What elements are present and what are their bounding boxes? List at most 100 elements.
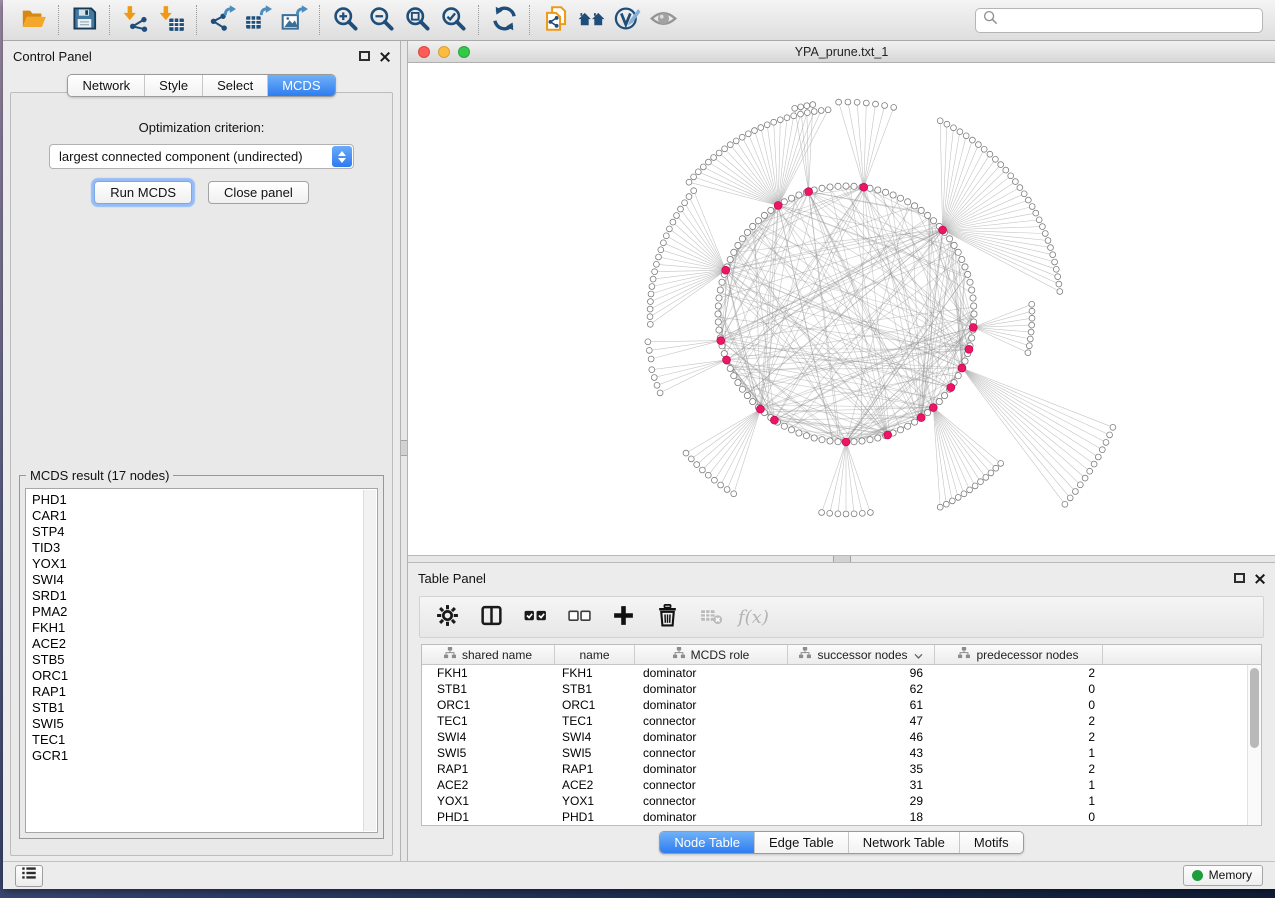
close-panel-icon[interactable] bbox=[379, 51, 390, 62]
task-history-button[interactable] bbox=[15, 865, 43, 887]
delete-row-button[interactable] bbox=[650, 600, 684, 634]
list-item[interactable]: SWI5 bbox=[32, 716, 377, 732]
zoom-fit-icon bbox=[404, 5, 431, 35]
table-cell: 46 bbox=[788, 730, 935, 744]
memory-button[interactable]: Memory bbox=[1183, 865, 1263, 886]
eye-button[interactable] bbox=[645, 3, 681, 37]
table-cell: SWI4 bbox=[422, 730, 555, 744]
list-item[interactable]: GCR1 bbox=[32, 748, 377, 764]
table-cell: 1 bbox=[935, 794, 1103, 808]
minimize-window-icon[interactable] bbox=[438, 46, 450, 58]
select-all-button[interactable] bbox=[518, 600, 552, 634]
share-document-button[interactable] bbox=[537, 3, 573, 37]
float-panel-icon[interactable] bbox=[1234, 573, 1245, 583]
column-header-name[interactable]: name bbox=[555, 645, 635, 664]
table-row[interactable]: ORC1ORC1dominator610 bbox=[422, 697, 1247, 713]
list-item[interactable]: PMA2 bbox=[32, 604, 377, 620]
list-item[interactable]: FKH1 bbox=[32, 620, 377, 636]
zoom-fit-button[interactable] bbox=[399, 3, 435, 37]
table-row[interactable]: PHD1PHD1dominator180 bbox=[422, 809, 1247, 825]
list-item[interactable]: SRD1 bbox=[32, 588, 377, 604]
table-scrollbar[interactable] bbox=[1247, 665, 1261, 825]
refresh-view-button[interactable] bbox=[486, 3, 522, 37]
list-item[interactable]: ORC1 bbox=[32, 668, 377, 684]
list-item[interactable]: YOX1 bbox=[32, 556, 377, 572]
table-cell: dominator bbox=[635, 762, 788, 776]
share-document-icon bbox=[542, 5, 569, 35]
network-canvas[interactable] bbox=[408, 63, 1275, 555]
import-table-button[interactable] bbox=[153, 3, 189, 37]
list-item[interactable]: SWI4 bbox=[32, 572, 377, 588]
float-panel-icon[interactable] bbox=[359, 51, 370, 61]
table-row[interactable]: SWI4SWI4dominator462 bbox=[422, 729, 1247, 745]
mcds-result-list[interactable]: PHD1CAR1STP4TID3YOX1SWI4SRD1PMA2FKH1ACE2… bbox=[25, 488, 378, 833]
vertical-splitter[interactable] bbox=[400, 41, 408, 861]
column-header-successor-nodes[interactable]: successor nodes bbox=[788, 645, 935, 664]
column-header-shared-name[interactable]: shared name bbox=[422, 645, 555, 664]
import-network-button[interactable] bbox=[117, 3, 153, 37]
tab-style[interactable]: Style bbox=[145, 75, 203, 96]
deselect-all-button[interactable] bbox=[562, 600, 596, 634]
list-item[interactable]: RAP1 bbox=[32, 684, 377, 700]
table-row[interactable]: STB1STB1dominator620 bbox=[422, 681, 1247, 697]
export-table-button[interactable] bbox=[240, 3, 276, 37]
delete-table-icon bbox=[699, 603, 724, 631]
close-panel-icon[interactable] bbox=[1254, 573, 1265, 584]
zoom-out-button[interactable] bbox=[363, 3, 399, 37]
add-row-button[interactable] bbox=[606, 600, 640, 634]
scrollbar-thumb[interactable] bbox=[1250, 668, 1259, 748]
settings-gear-button[interactable] bbox=[430, 600, 464, 634]
tab-edge-table[interactable]: Edge Table bbox=[755, 832, 849, 853]
column-header-MCDS-role[interactable]: MCDS role bbox=[635, 645, 788, 664]
list-item[interactable]: PHD1 bbox=[32, 492, 377, 508]
horizontal-splitter[interactable] bbox=[408, 555, 1275, 563]
maximize-window-icon[interactable] bbox=[458, 46, 470, 58]
list-scrollbar[interactable] bbox=[363, 490, 376, 831]
list-item[interactable]: CAR1 bbox=[32, 508, 377, 524]
close-panel-button[interactable]: Close panel bbox=[208, 181, 309, 204]
settings-gear-icon bbox=[435, 603, 460, 631]
export-image-button[interactable] bbox=[276, 3, 312, 37]
tab-select[interactable]: Select bbox=[203, 75, 268, 96]
zoom-in-button[interactable] bbox=[327, 3, 363, 37]
table-row[interactable]: FKH1FKH1dominator962 bbox=[422, 665, 1247, 681]
criterion-select[interactable]: largest connected component (undirected) bbox=[49, 144, 354, 169]
column-header-predecessor-nodes[interactable]: predecessor nodes bbox=[935, 645, 1103, 664]
table-cell: PHD1 bbox=[555, 810, 635, 824]
save-session-icon bbox=[71, 5, 98, 35]
splitter-grip[interactable] bbox=[833, 556, 851, 562]
show-columns-button[interactable] bbox=[474, 600, 508, 634]
search-box[interactable] bbox=[975, 8, 1263, 33]
save-session-button[interactable] bbox=[66, 3, 102, 37]
table-row[interactable]: SWI5SWI5connector431 bbox=[422, 745, 1247, 761]
run-mcds-button[interactable]: Run MCDS bbox=[94, 181, 192, 204]
memory-status-icon bbox=[1192, 870, 1203, 881]
list-item[interactable]: TEC1 bbox=[32, 732, 377, 748]
tab-network[interactable]: Network bbox=[68, 75, 145, 96]
toolbar-separator bbox=[319, 5, 320, 35]
table-row[interactable]: YOX1YOX1connector291 bbox=[422, 793, 1247, 809]
list-item[interactable]: STB5 bbox=[32, 652, 377, 668]
table-row[interactable]: RAP1RAP1dominator352 bbox=[422, 761, 1247, 777]
list-item[interactable]: STB1 bbox=[32, 700, 377, 716]
list-item[interactable]: TID3 bbox=[32, 540, 377, 556]
table-cell: 2 bbox=[935, 730, 1103, 744]
close-window-icon[interactable] bbox=[418, 46, 430, 58]
tab-node-table[interactable]: Node Table bbox=[660, 832, 755, 853]
table-row[interactable]: ACE2ACE2connector311 bbox=[422, 777, 1247, 793]
tab-motifs[interactable]: Motifs bbox=[960, 832, 1023, 853]
list-item[interactable]: STP4 bbox=[32, 524, 377, 540]
export-network-button[interactable] bbox=[204, 3, 240, 37]
open-session-button[interactable] bbox=[15, 3, 51, 37]
network-graph[interactable] bbox=[408, 63, 1275, 555]
vizmapper-button[interactable] bbox=[609, 3, 645, 37]
splitter-grip[interactable] bbox=[401, 440, 407, 456]
table-row[interactable]: TEC1TEC1connector472 bbox=[422, 713, 1247, 729]
network-titlebar[interactable]: YPA_prune.txt_1 bbox=[408, 41, 1275, 63]
tab-network-table[interactable]: Network Table bbox=[849, 832, 960, 853]
zoom-selected-button[interactable] bbox=[435, 3, 471, 37]
search-input[interactable] bbox=[1003, 13, 1255, 28]
list-item[interactable]: ACE2 bbox=[32, 636, 377, 652]
tab-mcds[interactable]: MCDS bbox=[268, 75, 334, 96]
home-button[interactable] bbox=[573, 3, 609, 37]
